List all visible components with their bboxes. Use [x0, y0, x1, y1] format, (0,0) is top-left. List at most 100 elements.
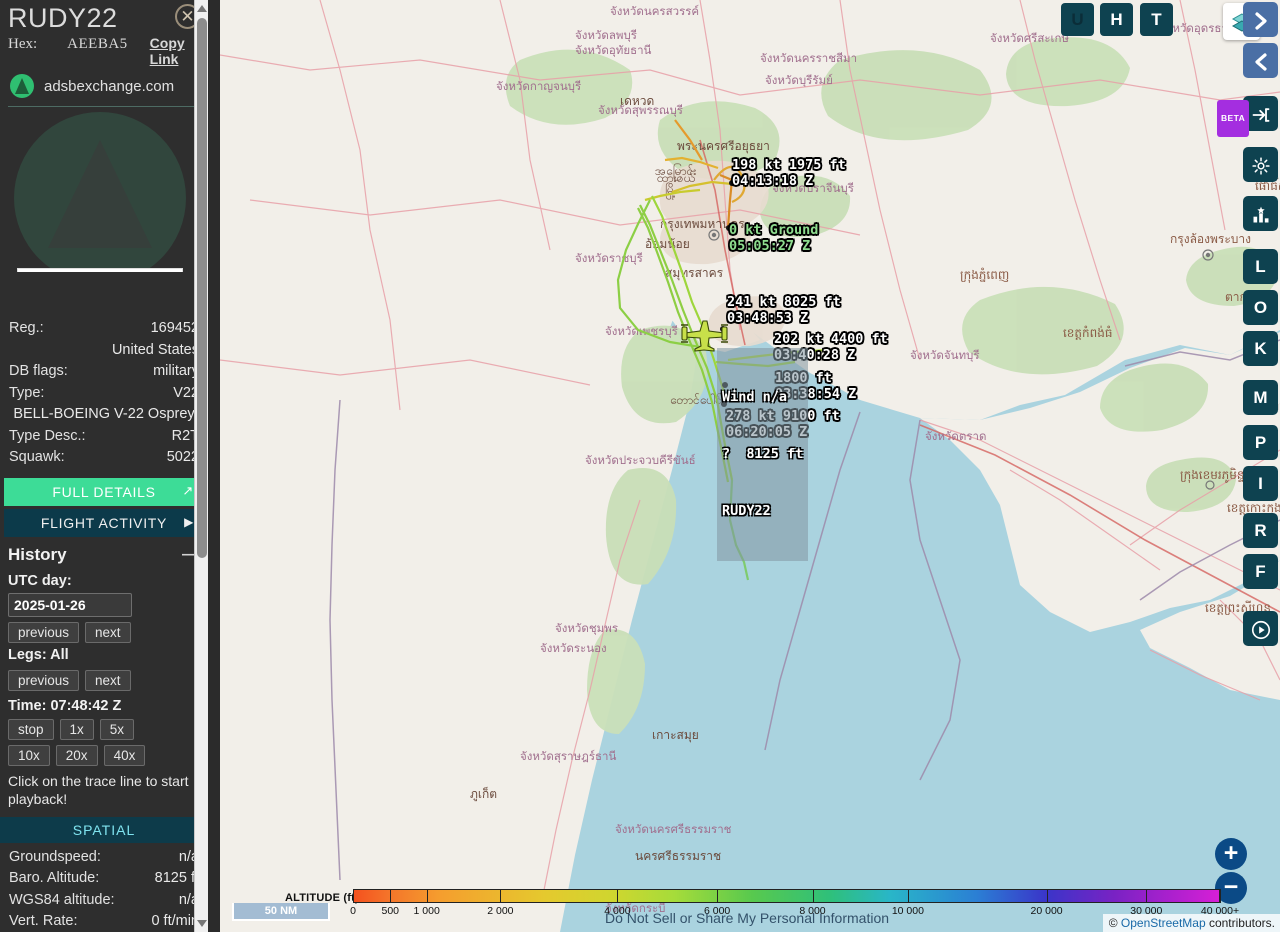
- playback-20x-button[interactable]: 20x: [55, 744, 98, 766]
- button-o[interactable]: O: [1243, 290, 1278, 325]
- altitude-tick: [1220, 889, 1221, 903]
- button-k[interactable]: K: [1243, 331, 1278, 366]
- info-key: DB flags:: [9, 363, 68, 379]
- collapse-left-icon: [1254, 52, 1267, 71]
- info-row: Squawk: 5022: [9, 447, 199, 469]
- button-h[interactable]: H: [1100, 3, 1133, 36]
- button-i[interactable]: I: [1243, 466, 1278, 501]
- scrollbar-thumb[interactable]: [197, 18, 207, 558]
- hex-row: Hex: AEEBA5 Copy Link: [8, 35, 198, 67]
- button-p[interactable]: P: [1243, 425, 1278, 460]
- button-t[interactable]: T: [1140, 3, 1173, 36]
- settings-button[interactable]: [1243, 147, 1278, 182]
- legs-previous-button[interactable]: previous: [8, 669, 80, 691]
- aircraft-photo-area: [0, 107, 208, 272]
- day-nav-row: previous next: [0, 617, 208, 643]
- altitude-tick-label: 500: [381, 905, 400, 917]
- altitude-color-bar: [353, 889, 1220, 903]
- openstreetmap-link[interactable]: OpenStreetMap: [1121, 916, 1206, 930]
- day-previous-button[interactable]: previous: [8, 621, 80, 643]
- day-next-button[interactable]: next: [85, 621, 131, 643]
- copy-link-button[interactable]: Copy Link: [150, 35, 198, 67]
- altitude-tick: [617, 889, 619, 903]
- zoom-in-button[interactable]: +: [1215, 838, 1247, 870]
- aircraft-tooltip: Wind n/a ? 8125 ft RUDY22: [717, 348, 809, 561]
- collapse-left-button[interactable]: [1243, 43, 1278, 78]
- spatial-section-header[interactable]: SPATIAL: [0, 816, 208, 843]
- info-key: Squawk:: [9, 449, 65, 465]
- statistics-button[interactable]: [1243, 196, 1278, 231]
- attrib-prefix: ©: [1108, 916, 1121, 930]
- trace-label-speed-altitude: 241 kt 8025 ft: [727, 294, 841, 310]
- trace-label-3: 241 kt 8025 ft 03:48:53 Z: [727, 294, 841, 326]
- map-canvas[interactable]: จังหวัดนครสวรรค์ จังหวัดอุทัยธานี จังหวัดล…: [220, 0, 1280, 932]
- button-f[interactable]: F: [1243, 554, 1278, 589]
- playback-10x-button[interactable]: 10x: [8, 744, 50, 766]
- spatial-key: WGS84 altitude:: [9, 891, 115, 908]
- info-row: DB flags: military: [9, 361, 199, 383]
- spatial-value: 8125 ft: [154, 870, 199, 886]
- playback-40x-button[interactable]: 40x: [103, 744, 146, 766]
- adsbexchange-watermark-icon: [14, 112, 186, 272]
- trace-label-2: 0 kt Ground 05:05:27 Z: [729, 222, 818, 254]
- flight-activity-button[interactable]: FLIGHT ACTIVITY ▶: [4, 508, 204, 537]
- hex-value: AEEBA5: [67, 36, 128, 52]
- button-m[interactable]: M: [1243, 380, 1278, 415]
- site-row: adsbexchange.com: [8, 74, 198, 98]
- altitude-tick: [717, 889, 719, 903]
- playback-speed-row-1: stop 1x 5x: [0, 714, 208, 740]
- aircraft-info-table: Reg.: 169452 United States DB flags: mil…: [0, 318, 208, 469]
- history-title: History: [8, 544, 67, 564]
- altitude-tick-label: 20 000: [1030, 905, 1063, 917]
- spatial-row: WGS84 altitude: n/a: [9, 890, 199, 912]
- info-key: Type:: [9, 384, 45, 401]
- map-scale-bar: 50 NM: [232, 903, 330, 921]
- aircraft-info-sidebar: RUDY22 ✕ Hex: AEEBA5 Copy Link adsbexcha…: [0, 0, 208, 932]
- info-row: Type: V22: [9, 383, 199, 405]
- trace-label-time: 04:13:18 Z: [732, 173, 814, 189]
- hex-label: Hex:: [8, 36, 38, 52]
- info-value: United States: [111, 341, 199, 358]
- full-details-button[interactable]: FULL DETAILS ↗: [4, 477, 204, 506]
- altitude-tick: [907, 889, 909, 903]
- login-button[interactable]: BETA: [1217, 96, 1278, 137]
- info-value: 169452: [150, 320, 199, 336]
- info-row: Type Desc.: R2T: [9, 426, 199, 448]
- trace-label-speed-altitude: 0 kt Ground: [729, 222, 819, 238]
- altitude-tick: [426, 889, 428, 903]
- sidebar-scrollbar[interactable]: [194, 0, 208, 932]
- playback-hint: Click on the trace line to start playbac…: [8, 772, 189, 807]
- spatial-key: Groundspeed:: [9, 848, 101, 865]
- tooltip-callsign: RUDY22: [722, 503, 771, 519]
- button-l[interactable]: L: [1243, 249, 1278, 284]
- playback-1x-button[interactable]: 1x: [59, 718, 94, 740]
- trace-label-speed-altitude: 198 kt 1975 ft: [732, 157, 846, 173]
- legs-nav-row: previous next: [0, 665, 208, 691]
- attrib-suffix: contributors.: [1205, 916, 1275, 930]
- info-key: Type Desc.:: [9, 427, 86, 444]
- expand-right-button[interactable]: [1243, 2, 1278, 37]
- altitude-tick-label: 10 000: [891, 905, 924, 917]
- spatial-table: Groundspeed: n/a Baro. Altitude: 8125 ft…: [0, 843, 208, 932]
- spatial-row: Vert. Rate: 0 ft/min: [9, 911, 199, 932]
- replay-button[interactable]: [1243, 611, 1278, 646]
- aircraft-photo[interactable]: [17, 268, 183, 272]
- legs-next-button[interactable]: next: [85, 669, 131, 691]
- do-not-sell-link[interactable]: Do Not Sell or Share My Personal Informa…: [605, 910, 889, 926]
- scroll-up-icon[interactable]: [197, 5, 207, 12]
- scroll-down-icon[interactable]: [197, 920, 207, 927]
- legs-label: Legs: All: [8, 646, 69, 663]
- info-row: Reg.: 169452: [9, 318, 199, 340]
- replay-icon: [1251, 620, 1270, 639]
- button-r[interactable]: R: [1243, 513, 1278, 548]
- button-u[interactable]: U: [1061, 3, 1094, 36]
- trace-label-time: 03:48:53 Z: [727, 310, 809, 326]
- spatial-key: Baro. Altitude:: [9, 870, 100, 886]
- playback-5x-button[interactable]: 5x: [99, 718, 135, 740]
- login-icon: [1252, 107, 1269, 122]
- history-section-header: History —: [0, 537, 208, 569]
- utc-day-input[interactable]: [8, 592, 132, 617]
- flight-activity-label: FLIGHT ACTIVITY: [40, 514, 168, 531]
- info-row: United States: [9, 340, 199, 362]
- playback-stop-button[interactable]: stop: [8, 718, 54, 740]
